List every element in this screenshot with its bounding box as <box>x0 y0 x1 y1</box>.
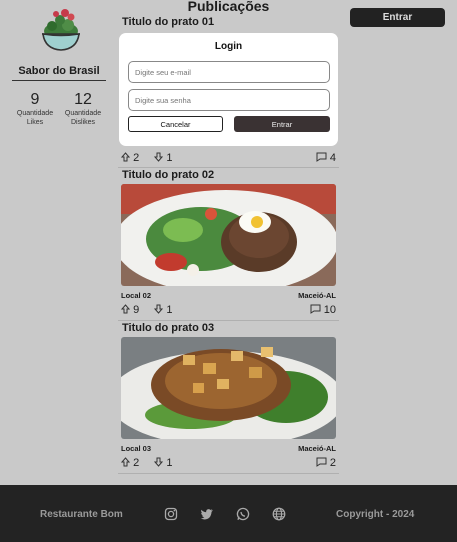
post-city: Maceió-AL <box>298 444 336 453</box>
twitter-icon[interactable] <box>200 507 214 521</box>
post-image <box>121 337 336 439</box>
post-card[interactable]: Titulo do prato 02 Local 02 Maceió-AL 9 … <box>118 169 339 321</box>
password-input[interactable] <box>128 89 330 111</box>
comment-count: 4 <box>329 152 336 164</box>
dislike-count: 1 <box>166 304 173 316</box>
cancel-button[interactable]: Cancelar <box>128 116 223 132</box>
post-location: Local 03 <box>121 444 152 453</box>
dislike-count: 1 <box>166 457 173 469</box>
like-count: 2 <box>133 152 140 164</box>
header-login-button[interactable]: Entrar <box>350 8 445 27</box>
arrow-down-icon <box>154 457 164 467</box>
arrow-down-icon <box>154 304 164 314</box>
salad-bowl-logo <box>42 9 80 51</box>
social-links <box>164 507 286 521</box>
whatsapp-icon[interactable] <box>236 507 250 521</box>
upvote-button[interactable]: 2 <box>121 457 145 469</box>
downvote-button[interactable]: 1 <box>154 304 178 316</box>
submit-login-button[interactable]: Entrar <box>234 116 330 132</box>
post-meta: Local 02 Maceió-AL <box>121 291 336 300</box>
restaurant-profile: Sabor do Brasil 9 Quantidade Likes 12 Qu… <box>12 4 106 127</box>
comment-icon <box>316 152 327 162</box>
comments-button[interactable]: 10 <box>310 304 336 316</box>
email-input[interactable] <box>128 61 330 83</box>
dislikes-label: Quantidade Dislikes <box>64 110 102 126</box>
login-modal: Login Cancelar Entrar <box>119 33 338 146</box>
arrow-up-icon <box>121 457 130 467</box>
post-actions: 2 1 4 <box>121 152 336 164</box>
comments-button[interactable]: 2 <box>316 457 336 469</box>
like-count: 2 <box>133 457 140 469</box>
post-city: Maceió-AL <box>298 291 336 300</box>
downvote-button[interactable]: 1 <box>154 152 178 164</box>
likes-label: Quantidade Likes <box>16 110 54 126</box>
stats-row: 9 Quantidade Likes 12 Quantidade Dislike… <box>12 91 106 127</box>
post-actions: 2 1 2 <box>121 457 336 469</box>
copyright-text: Copyright - 2024 <box>336 509 415 520</box>
post-meta: Local 03 Maceió-AL <box>121 444 336 453</box>
downvote-button[interactable]: 1 <box>154 457 178 469</box>
arrow-up-icon <box>121 304 130 314</box>
post-title: Titulo do prato 01 <box>122 16 215 28</box>
upvote-button[interactable]: 9 <box>121 304 145 316</box>
arrow-down-icon <box>154 152 164 162</box>
post-title: Titulo do prato 03 <box>122 322 215 334</box>
footer: Restaurante Bom Copyright - 2024 <box>0 485 457 542</box>
likes-count: 9 <box>30 91 40 108</box>
post-actions: 9 1 10 <box>121 304 336 316</box>
comments-button[interactable]: 4 <box>316 152 336 164</box>
arrow-up-icon <box>121 152 130 162</box>
dislikes-stat: 12 Quantidade Dislikes <box>60 91 106 127</box>
dislikes-count: 12 <box>74 91 92 108</box>
instagram-icon[interactable] <box>164 507 178 521</box>
feed-title: Publicações <box>187 0 270 14</box>
post-title: Titulo do prato 02 <box>122 169 215 181</box>
post-card[interactable]: Titulo do prato 03 Local 03 Maceió-AL 2 … <box>118 322 339 474</box>
comment-icon <box>316 457 327 467</box>
comment-count: 10 <box>323 304 336 316</box>
modal-title: Login <box>214 41 243 52</box>
post-location: Local 02 <box>121 291 152 300</box>
like-count: 9 <box>133 304 140 316</box>
comment-count: 2 <box>329 457 336 469</box>
likes-stat: 9 Quantidade Likes <box>12 91 58 127</box>
upvote-button[interactable]: 2 <box>121 152 145 164</box>
restaurant-name: Sabor do Brasil <box>12 65 106 81</box>
comment-icon <box>310 304 321 314</box>
dislike-count: 1 <box>166 152 173 164</box>
post-image <box>121 184 336 286</box>
globe-icon[interactable] <box>272 507 286 521</box>
footer-restaurant-name: Restaurante Bom <box>40 509 123 520</box>
